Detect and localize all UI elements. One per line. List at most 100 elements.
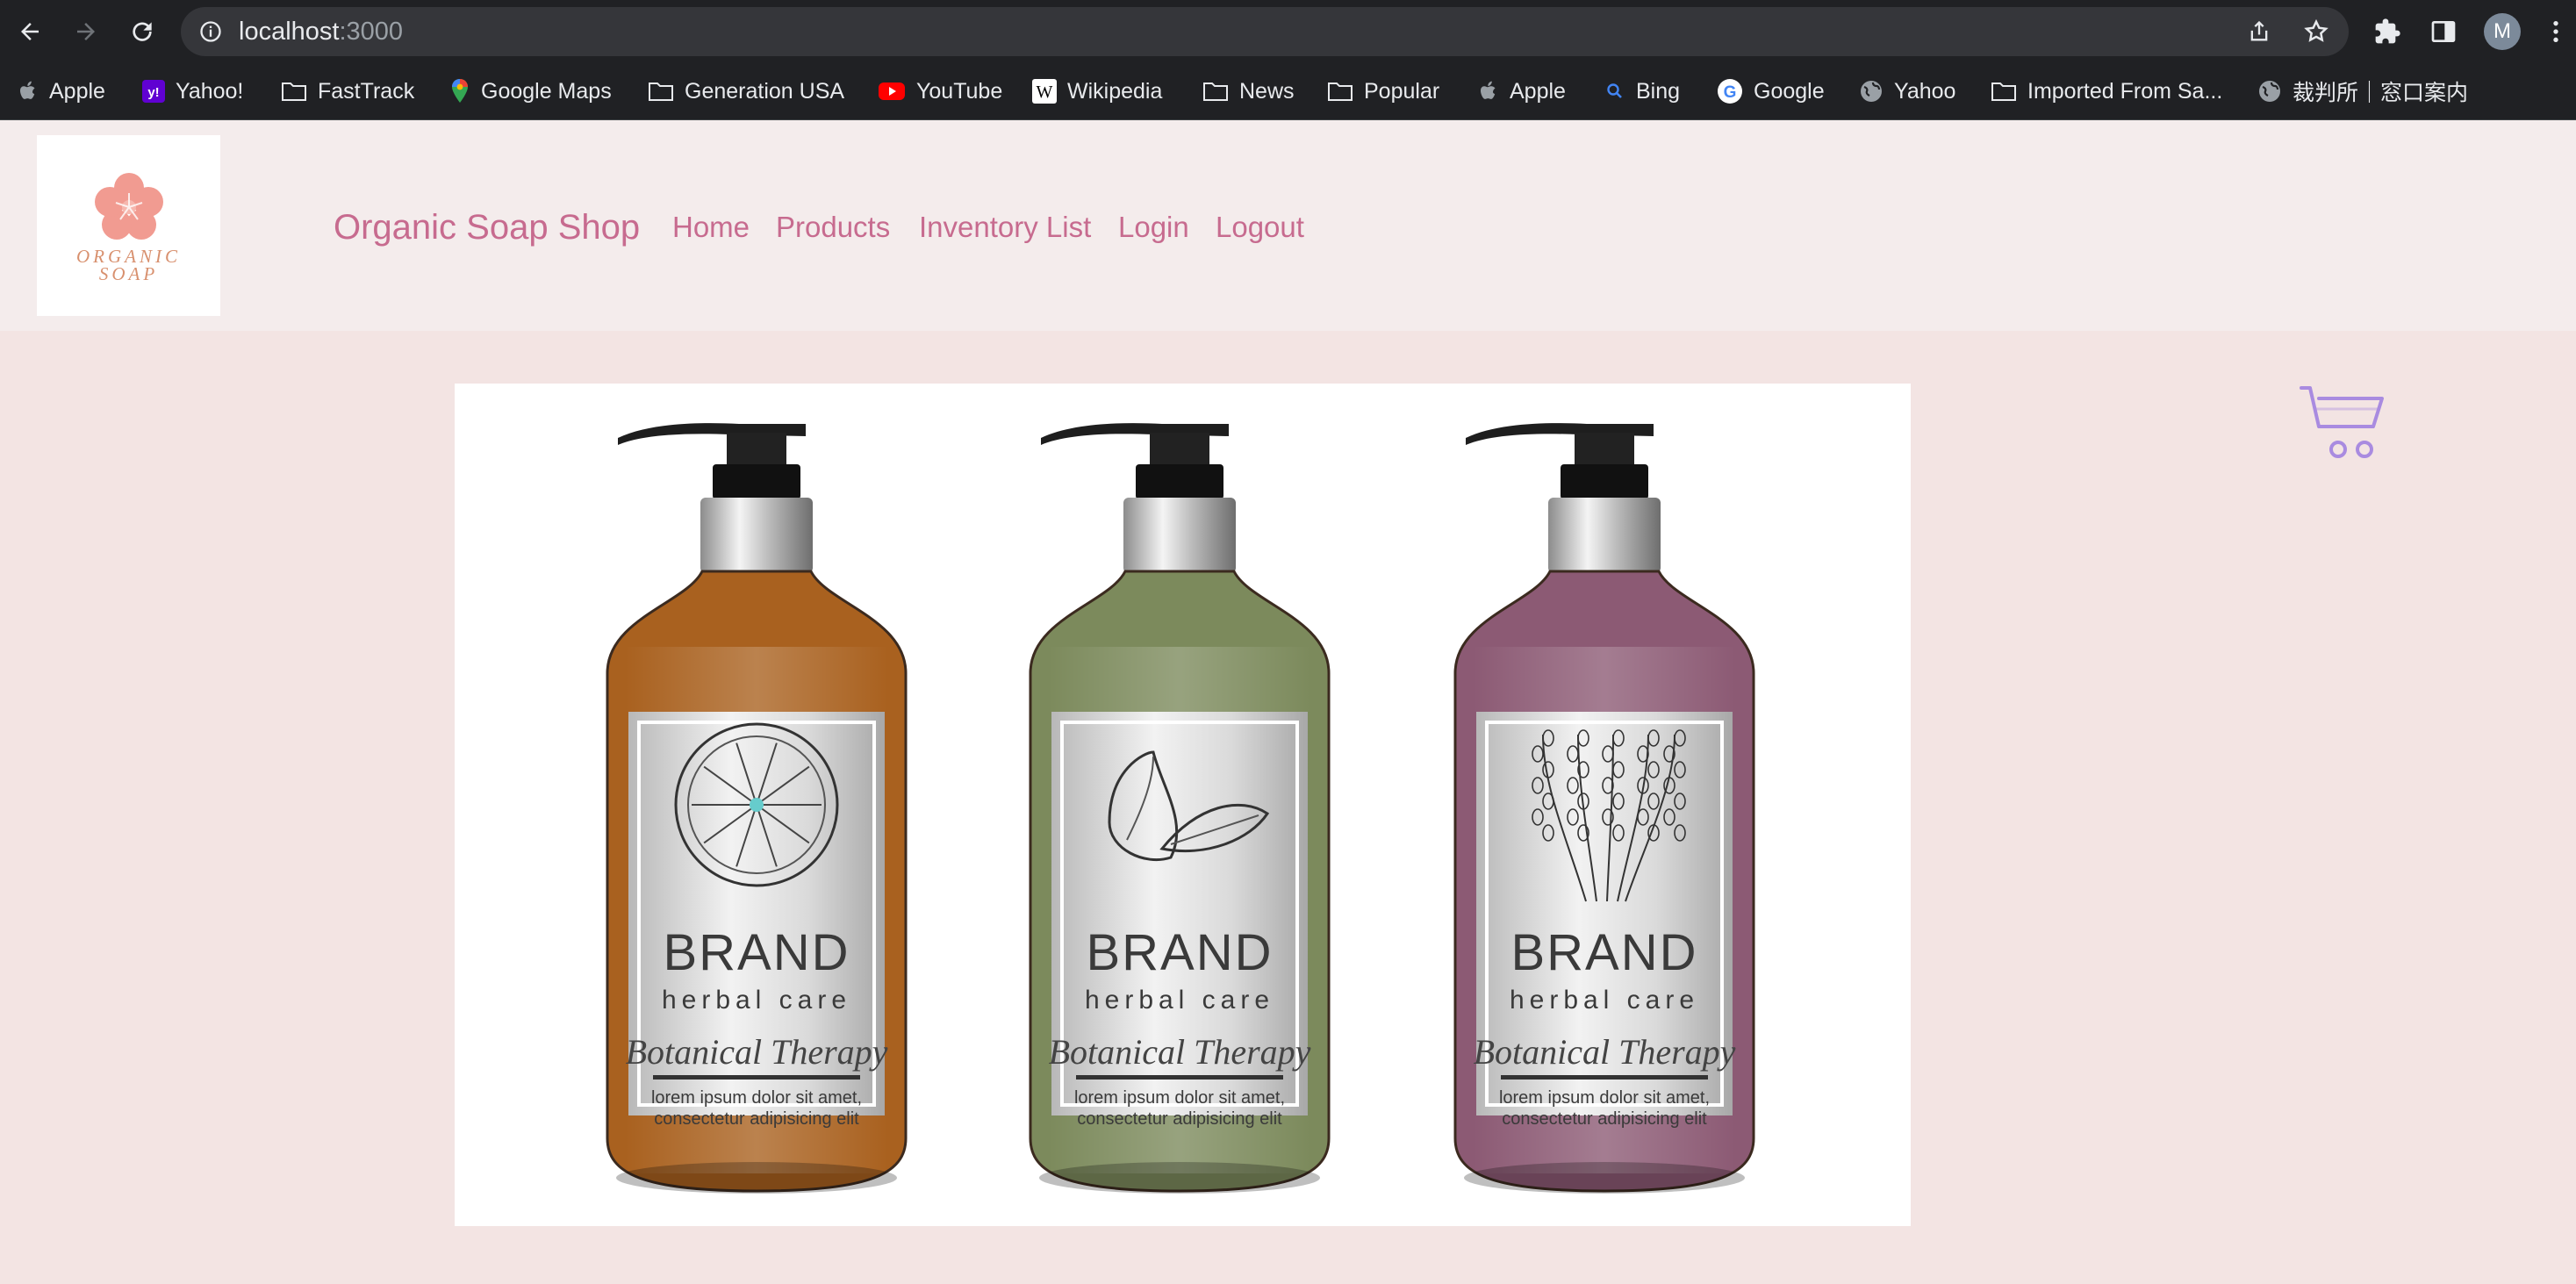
nav-logout[interactable]: Logout — [1216, 211, 1304, 244]
shopping-cart-icon — [2300, 386, 2384, 458]
youtube-icon — [879, 82, 905, 100]
label-rule — [653, 1075, 860, 1080]
bookmark-bing[interactable]: Bing — [1604, 63, 1680, 119]
soap-bottle: BRAND herbal care Botanical Therapy lorem i… — [1453, 423, 1755, 1194]
bookmark-courts[interactable]: 裁判所｜窓口案内 — [2257, 63, 2468, 119]
label-description-line1: lorem ipsum dolor sit amet, — [651, 1088, 862, 1108]
bookmark-google[interactable]: G Google — [1717, 63, 1825, 119]
search-icon — [1607, 83, 1622, 98]
url-text: localhost:3000 — [239, 7, 403, 56]
label-rule — [1076, 1075, 1283, 1080]
bookmark-wikipedia[interactable]: W Wikipedia — [1032, 63, 1162, 119]
pump-collar — [713, 464, 800, 499]
extensions-icon[interactable] — [2373, 18, 2401, 46]
bookmark-label: Imported From Sa... — [2027, 78, 2223, 104]
pump-collar — [1136, 464, 1223, 499]
maps-pin-icon — [452, 79, 468, 103]
label-brand: BRAND — [663, 924, 850, 981]
kebab-menu-icon[interactable] — [2542, 18, 2570, 46]
bookmark-label: Generation USA — [685, 78, 845, 104]
bookmark-google-maps[interactable]: Google Maps — [449, 63, 612, 119]
bottles-layer: BRAND herbal care Botanical Therapy lorem i… — [606, 423, 1755, 1194]
bookmark-fasttrack[interactable]: FastTrack — [281, 63, 414, 119]
bottle-base-shadow — [1464, 1162, 1745, 1194]
label-description-line2: consectetur adipisicing elit — [1502, 1109, 1707, 1129]
yahoo-icon: y! — [142, 80, 165, 103]
browser-toolbar: localhost:3000 M — [0, 0, 2576, 63]
nav-products[interactable]: Products — [776, 211, 890, 244]
folder-icon — [649, 82, 673, 101]
google-icon: G — [1718, 79, 1742, 104]
address-bar[interactable]: localhost:3000 — [181, 7, 2349, 56]
label-subtitle: herbal care — [662, 986, 851, 1015]
url-port: :3000 — [339, 18, 404, 46]
bookmark-label: News — [1239, 78, 1295, 104]
label-script: Botanical Therapy — [1474, 1032, 1736, 1072]
bookmark-label: Wikipedia — [1067, 78, 1163, 104]
bookmark-imported-from-safari[interactable]: Imported From Sa... — [1991, 63, 2222, 119]
svg-text:y!: y! — [147, 85, 159, 100]
label-description-line1: lorem ipsum dolor sit amet, — [1074, 1088, 1285, 1108]
svg-text:G: G — [1724, 83, 1737, 102]
arrow-right-icon — [77, 23, 95, 40]
brand-name[interactable]: Organic Soap Shop — [334, 208, 640, 247]
label-subtitle: herbal care — [1510, 986, 1699, 1015]
arrow-left-icon — [21, 23, 39, 40]
label-brand: BRAND — [1510, 924, 1697, 981]
bookmark-label: 裁判所｜窓口案内 — [2293, 81, 2469, 105]
profile-avatar[interactable]: M — [2484, 13, 2521, 50]
bookmark-label: YouTube — [916, 78, 1003, 104]
forward-button[interactable] — [63, 9, 109, 54]
bookmark-youtube[interactable]: YouTube — [878, 63, 1002, 119]
globe-icon — [2259, 81, 2280, 102]
bookmark-label: Yahoo — [1894, 78, 1956, 104]
nav-home[interactable]: Home — [672, 211, 750, 244]
side-panel-icon[interactable] — [2429, 18, 2458, 46]
nav-inventory-list[interactable]: Inventory List — [919, 211, 1091, 244]
bookmark-label: Apple — [1510, 78, 1566, 104]
bookmark-label: Apple — [49, 78, 105, 104]
info-icon — [200, 21, 221, 42]
bottle-base-shadow — [1039, 1162, 1320, 1194]
label-rule — [1501, 1075, 1708, 1080]
bookmark-generation-usa[interactable]: Generation USA — [648, 63, 844, 119]
nav-login[interactable]: Login — [1118, 211, 1189, 244]
cart-button[interactable] — [2298, 383, 2386, 467]
hero-banner: BRAND herbal care Botanical Therapy lorem i… — [455, 384, 1911, 1226]
pump-collar — [1561, 464, 1648, 499]
label-subtitle: herbal care — [1085, 986, 1274, 1015]
metal-cap — [700, 498, 813, 573]
pump-stem — [727, 433, 786, 468]
apple-icon — [20, 81, 35, 99]
bottle-base-shadow — [616, 1162, 897, 1194]
reload-icon — [133, 22, 152, 41]
apple-icon — [1481, 81, 1496, 99]
bookmark-apple[interactable]: Apple — [18, 63, 105, 119]
wikipedia-icon: W — [1032, 79, 1057, 104]
pump-stem — [1150, 433, 1209, 468]
bookmark-yahoo[interactable]: y! Yahoo! — [142, 63, 243, 119]
globe-icon — [1861, 81, 1882, 102]
bookmark-star-icon[interactable] — [2303, 18, 2329, 45]
url-host: localhost — [239, 18, 340, 46]
site-header: ORGANIC SOAP Organic Soap Shop Home Prod… — [0, 120, 2576, 331]
reload-button[interactable] — [119, 9, 165, 54]
share-icon[interactable] — [2247, 19, 2271, 44]
bookmark-popular[interactable]: Popular — [1327, 63, 1439, 119]
bookmark-yahoo-2[interactable]: Yahoo — [1859, 63, 1955, 119]
soap-bottle: BRAND herbal care Botanical Therapy lorem i… — [606, 423, 908, 1194]
bookmark-news[interactable]: News — [1202, 63, 1295, 119]
label-script: Botanical Therapy — [1049, 1032, 1311, 1072]
bookmark-apple-2[interactable]: Apple — [1478, 63, 1566, 119]
logo-text-line2: SOAP — [98, 263, 159, 284]
soap-bottle: BRAND herbal care Botanical Therapy lorem i… — [1029, 423, 1331, 1194]
bookmark-label: Google Maps — [481, 78, 612, 104]
site-logo[interactable]: ORGANIC SOAP — [37, 135, 220, 316]
folder-icon — [282, 82, 306, 101]
back-button[interactable] — [7, 9, 53, 54]
bookmark-label: Yahoo! — [176, 78, 244, 104]
bookmark-label: FastTrack — [318, 78, 415, 104]
folder-icon — [1203, 82, 1228, 101]
label-script: Botanical Therapy — [626, 1032, 888, 1072]
label-description-line1: lorem ipsum dolor sit amet, — [1499, 1088, 1710, 1108]
